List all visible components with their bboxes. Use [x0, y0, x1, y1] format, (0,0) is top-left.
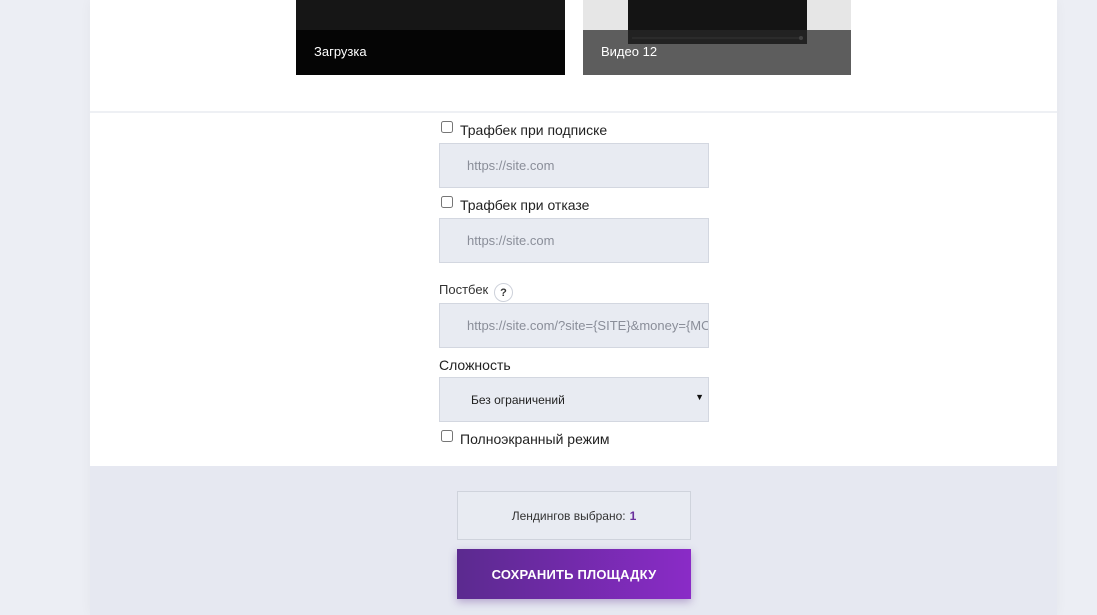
trafback-subscribe-label: Трафбек при подписке — [460, 122, 608, 138]
postback-input[interactable]: https://site.com/?site={SITE}&money={MON… — [439, 303, 709, 348]
section-divider — [90, 111, 1057, 113]
landing-thumbnail-loading[interactable]: Загрузка — [296, 0, 565, 75]
help-icon[interactable]: ? — [494, 283, 513, 302]
form-footer: Лендингов выбрано: 1 СОХРАНИТЬ ПЛОЩАДКУ — [90, 466, 1057, 615]
landings-selected-counter: Лендингов выбрано: 1 — [457, 491, 691, 540]
trafback-decline-checkbox[interactable] — [441, 196, 453, 208]
chevron-down-icon: ▼ — [695, 392, 704, 402]
trafback-decline-input[interactable]: https://site.com — [439, 218, 709, 263]
fullscreen-row[interactable]: Полноэкранный режим — [441, 430, 610, 447]
difficulty-select[interactable]: Без ограничений ▼ — [439, 377, 709, 422]
save-site-button[interactable]: СОХРАНИТЬ ПЛОЩАДКУ — [457, 549, 691, 599]
landings-selected-label: Лендингов выбрано: — [511, 508, 626, 523]
site-settings-panel: Загрузка Видео 12 Трафбек при подписке h… — [90, 0, 1057, 615]
landing-thumbnail-label: Видео 12 — [601, 44, 658, 59]
difficulty-label: Сложность — [439, 357, 511, 373]
postback-label: Постбек — [439, 282, 489, 297]
landings-selected-count: 1 — [629, 508, 637, 523]
landing-thumbnail-video-12[interactable]: Видео 12 — [583, 0, 851, 75]
difficulty-selected-value: Без ограничений — [471, 392, 565, 407]
postback-placeholder: https://site.com/?site={SITE}&money={MON… — [467, 318, 708, 333]
trafback-decline-placeholder: https://site.com — [467, 233, 555, 248]
trafback-subscribe-input[interactable]: https://site.com — [439, 143, 709, 188]
trafback-decline-row[interactable]: Трафбек при отказе — [441, 196, 590, 213]
trafback-subscribe-placeholder: https://site.com — [467, 158, 555, 173]
fullscreen-checkbox[interactable] — [441, 430, 453, 442]
fullscreen-label: Полноэкранный режим — [460, 431, 610, 447]
landing-thumbnail-label: Загрузка — [314, 44, 367, 59]
trafback-subscribe-checkbox[interactable] — [441, 121, 453, 133]
trafback-subscribe-row[interactable]: Трафбек при подписке — [441, 121, 608, 138]
trafback-decline-label: Трафбек при отказе — [460, 197, 590, 213]
